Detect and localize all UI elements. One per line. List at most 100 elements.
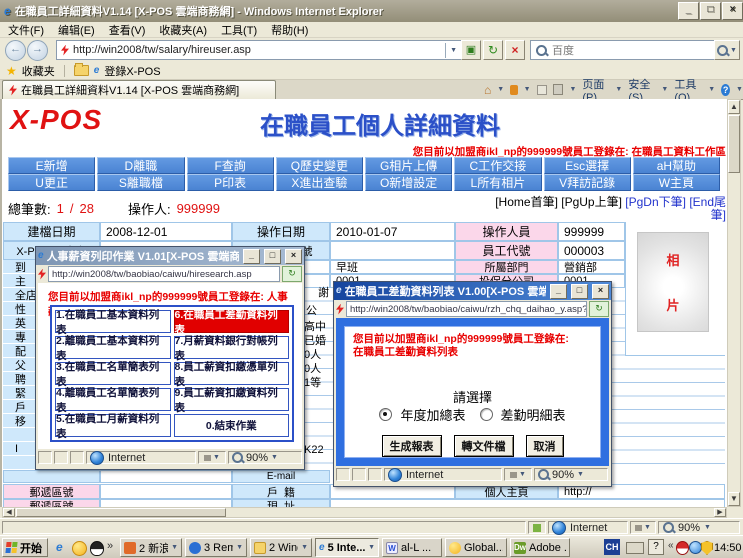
btn-all-photos[interactable]: L所有相片 <box>454 174 541 191</box>
print-dropdown-icon[interactable]: ▼ <box>569 86 576 93</box>
zoom-control[interactable]: 90% ▼ <box>658 521 740 534</box>
quicklaunch-overflow-icon[interactable]: » <box>107 540 113 552</box>
popup1-url[interactable]: http://win2008/tw/baobiao/caiwu/hiresear… <box>48 266 280 282</box>
vertical-scrollbar[interactable]: ▲ ▼ <box>727 99 741 507</box>
radio-detail-label[interactable]: 差勤明細表 <box>501 405 566 424</box>
popup1-refresh-icon[interactable]: ↻ <box>282 266 302 282</box>
btn-resign[interactable]: D離職 <box>97 157 184 174</box>
popup1-close-button[interactable]: × <box>285 249 302 264</box>
btn-add-setting[interactable]: O新增設定 <box>365 174 452 191</box>
menu-item-8[interactable]: 8.員工薪資扣繳憑單列表 <box>174 362 290 385</box>
stop-button[interactable]: × <box>505 40 525 60</box>
refresh-button[interactable]: ↻ <box>483 40 503 60</box>
vscroll-thumb[interactable] <box>728 115 740 173</box>
task-button-windows[interactable]: 2 Wind...▼ <box>250 538 312 557</box>
window-titlebar[interactable]: e 在職員工詳細資料V1.14 [X-POS 雲端商務網] - Windows … <box>0 0 743 22</box>
maximize-button[interactable]: □ <box>700 2 721 20</box>
radio-annual-selected[interactable] <box>379 408 392 421</box>
popup2-zoom[interactable]: 90%▼ <box>534 468 608 481</box>
popup2-titlebar[interactable]: e 在職員工差勤資料列表 V1.00[X-POS 雲端商務... _ □ × <box>334 282 611 300</box>
btn-visit-log[interactable]: V拜訪記錄 <box>544 174 631 191</box>
forward-button[interactable]: → <box>27 40 48 61</box>
popup2-flag-segment[interactable]: ▼ <box>504 468 532 481</box>
favorites-label[interactable]: 收藏夹 <box>22 63 55 79</box>
compatibility-button[interactable]: ▣ <box>461 40 481 60</box>
mail-icon[interactable] <box>537 85 547 95</box>
task-button-global[interactable]: Global... <box>445 538 507 557</box>
menu-help[interactable]: 帮助(H) <box>271 22 308 38</box>
menu-item-1[interactable]: 1.在職員工基本資料列表 <box>55 310 171 333</box>
task-button-adobe[interactable]: Dw Adobe ... <box>510 538 570 557</box>
btn-add[interactable]: E新增 <box>8 157 95 174</box>
pager-home[interactable]: [Home首筆] <box>495 195 558 209</box>
generate-report-button[interactable]: 生成報表 <box>382 435 442 457</box>
home-dropdown-icon[interactable]: ▼ <box>497 86 504 93</box>
btn-update[interactable]: U更正 <box>8 174 95 191</box>
tray-overflow-icon[interactable]: « <box>668 540 674 551</box>
popup1-flag-segment[interactable]: ▼ <box>198 451 226 464</box>
popup1-maximize-button[interactable]: □ <box>264 249 281 264</box>
radio-detail[interactable] <box>480 408 493 421</box>
menu-file[interactable]: 文件(F) <box>8 22 44 38</box>
btn-query[interactable]: F查詢 <box>187 157 274 174</box>
favorite-link[interactable]: 登錄X-POS <box>104 63 160 79</box>
pager-pgup[interactable]: [PgUp上筆] <box>561 195 622 209</box>
status-flag-segment[interactable]: ▼ <box>630 521 656 534</box>
scroll-left-icon[interactable]: ◀ <box>3 508 15 517</box>
task-button-internet[interactable]: e 5 Inte...▼ <box>315 538 379 557</box>
menu-item-6-selected[interactable]: 6.在職員工差勤資料列表 <box>174 310 290 333</box>
back-button[interactable]: ← <box>5 40 26 61</box>
popup2-maximize-button[interactable]: □ <box>571 284 588 299</box>
hscroll-thumb[interactable] <box>16 508 226 517</box>
btn-select[interactable]: Esc選擇 <box>544 157 631 174</box>
popup2-close-button[interactable]: × <box>592 284 609 299</box>
menu-favorites[interactable]: 收藏夹(A) <box>159 22 207 38</box>
menu-edit[interactable]: 编辑(E) <box>58 22 95 38</box>
horizontal-scrollbar[interactable]: ◀ ▶ <box>2 507 727 518</box>
print-icon[interactable] <box>553 84 564 95</box>
btn-resign-file[interactable]: S離職檔 <box>97 174 184 191</box>
menu-item-0[interactable]: 0.結束作業 <box>174 414 290 437</box>
search-go-button[interactable]: ▼ <box>714 40 740 60</box>
scroll-right-icon[interactable]: ▶ <box>714 508 726 517</box>
home-icon[interactable]: ⌂ <box>484 83 491 97</box>
btn-print[interactable]: P印表 <box>187 174 274 191</box>
address-dropdown-icon[interactable]: ▼ <box>445 43 461 58</box>
popup2-refresh-icon[interactable]: ↻ <box>589 301 609 317</box>
keyboard-icon[interactable] <box>626 542 644 554</box>
tray-msn-icon[interactable] <box>689 541 702 554</box>
menu-tools[interactable]: 工具(T) <box>221 22 257 38</box>
menu-item-5[interactable]: 5.在職員工月薪資料列表 <box>55 414 171 437</box>
menu-item-9[interactable]: 9.員工薪資扣繳資料列表 <box>174 388 290 411</box>
scroll-down-icon[interactable]: ▼ <box>728 492 740 506</box>
pager-end[interactable]: [End尾筆] <box>689 195 726 222</box>
popup1-titlebar[interactable]: e 人事薪資列印作業 V1.01[X-POS 雲端商務網] _ □ × <box>36 247 304 265</box>
lang-help-icon[interactable]: ? <box>648 539 664 555</box>
popup1-zoom[interactable]: 90%▼ <box>228 451 302 464</box>
quicklaunch-smiley-icon[interactable] <box>72 541 87 556</box>
task-button-word[interactable]: W al-L ... <box>382 538 442 557</box>
menu-view[interactable]: 查看(V) <box>109 22 146 38</box>
cancel-button[interactable]: 取消 <box>526 435 564 457</box>
menu-item-7[interactable]: 7.月薪資料銀行對帳列表 <box>174 336 290 359</box>
popup2-minimize-button[interactable]: _ <box>550 284 567 299</box>
quicklaunch-ie-icon[interactable]: e <box>56 541 63 553</box>
search-input[interactable]: 百度 <box>530 40 719 60</box>
close-button[interactable]: × <box>722 2 743 20</box>
btn-history[interactable]: Q歷史變更 <box>276 157 363 174</box>
popup1-minimize-button[interactable]: _ <box>243 249 260 264</box>
menu-item-3[interactable]: 3.在職員工名單簡表列表 <box>55 362 171 385</box>
help-icon[interactable]: ? <box>721 84 730 96</box>
scroll-up-icon[interactable]: ▲ <box>728 100 740 114</box>
radio-annual-label[interactable]: 年度加總表 <box>400 405 465 424</box>
address-input[interactable]: http://win2008/tw/salary/hireuser.asp ▼ <box>56 40 462 60</box>
menu-item-2[interactable]: 2.離職員工基本資料列表 <box>55 336 171 359</box>
minimize-button[interactable]: _ <box>678 2 699 20</box>
btn-inout-check[interactable]: X進出查驗 <box>276 174 363 191</box>
menu-item-4[interactable]: 4.離職員工名單簡表列表 <box>55 388 171 411</box>
feed-icon[interactable] <box>510 85 517 95</box>
task-button-sinauc[interactable]: 2 新浪UC▼ <box>120 538 182 557</box>
tab-active[interactable]: 在職員工詳細資料V1.14 [X-POS 雲端商務網] <box>2 80 276 99</box>
feed-dropdown-icon[interactable]: ▼ <box>524 86 531 93</box>
language-indicator[interactable]: CH <box>604 539 620 555</box>
